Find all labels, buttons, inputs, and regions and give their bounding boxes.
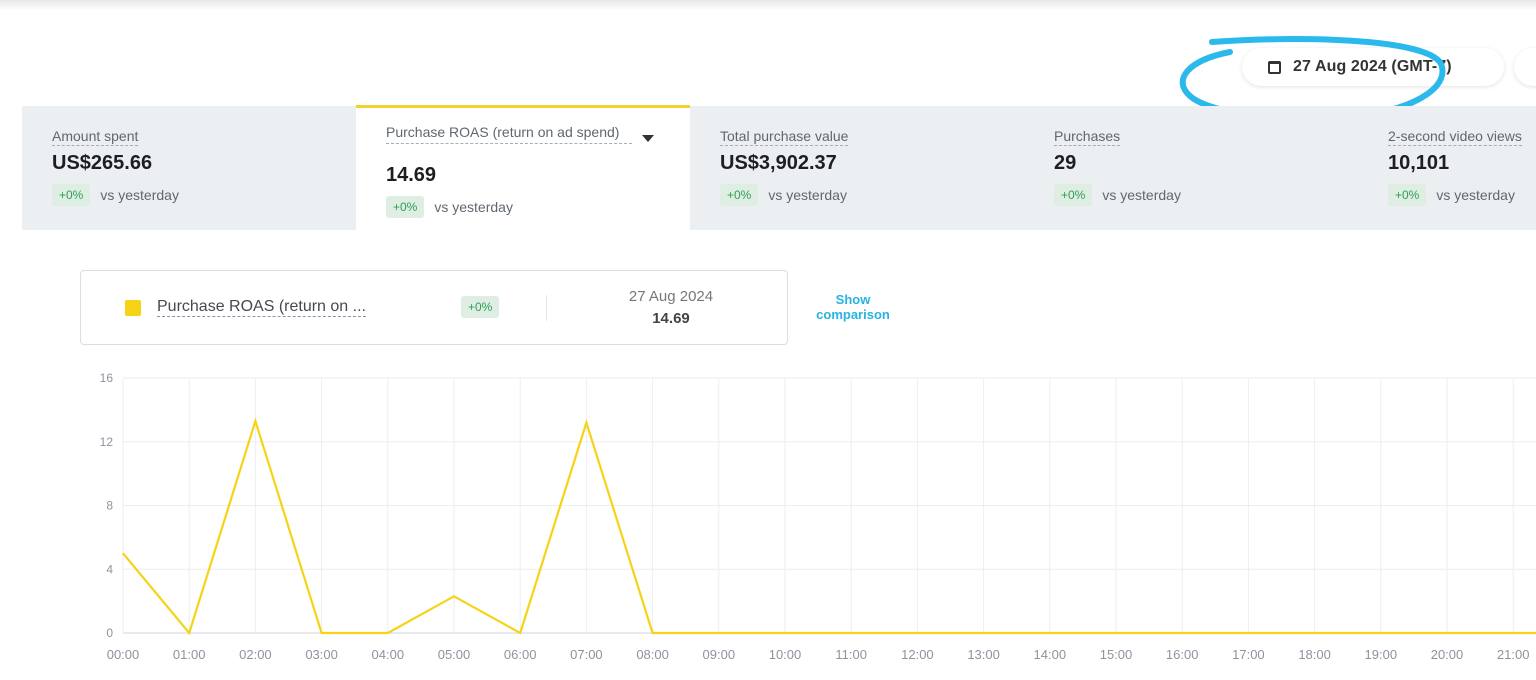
series-color-swatch xyxy=(125,300,141,316)
data-point xyxy=(784,632,786,634)
x-tick-label: 03:00 xyxy=(305,647,338,662)
x-tick-label: 12:00 xyxy=(901,647,934,662)
y-tick-label: 16 xyxy=(100,371,114,385)
metric-label: 2-second video views xyxy=(1388,128,1522,146)
change-badge: +0% xyxy=(52,184,91,206)
y-tick-label: 12 xyxy=(100,435,114,449)
metric-video-views[interactable]: 2-second video views 10,101 +0% vs yeste… xyxy=(1358,106,1536,230)
data-point xyxy=(321,632,323,634)
y-tick-label: 8 xyxy=(106,499,113,513)
divider xyxy=(546,295,547,321)
metric-value: 14.69 xyxy=(386,164,437,186)
calendar-icon xyxy=(1268,60,1281,74)
legend-date: 27 Aug 2024 xyxy=(628,288,714,305)
x-tick-label: 06:00 xyxy=(504,647,537,662)
x-tick-label: 01:00 xyxy=(173,647,206,662)
metric-label: Purchases xyxy=(1054,128,1121,146)
x-tick-label: 08:00 xyxy=(636,647,669,662)
data-point xyxy=(453,595,455,597)
metric-label: Amount spent xyxy=(52,128,139,146)
data-point xyxy=(1247,632,1249,634)
x-tick-label: 00:00 xyxy=(107,647,140,662)
date-picker-button[interactable]: 27 Aug 2024 (GMT-7) xyxy=(1242,48,1504,86)
x-tick-label: 11:00 xyxy=(835,647,867,662)
date-picker-label: 27 Aug 2024 (GMT-7) xyxy=(1293,58,1452,75)
data-point xyxy=(188,632,190,634)
metric-label: Total purchase value xyxy=(720,128,849,146)
metric-delta: +0% vs yesterday xyxy=(1388,184,1515,206)
metric-total-purchase-value[interactable]: Total purchase value US$3,902.37 +0% vs … xyxy=(690,106,1024,230)
comparison-text: vs yesterday xyxy=(1102,187,1181,203)
data-point xyxy=(254,420,256,422)
data-point xyxy=(1181,632,1183,634)
metric-amount-spent[interactable]: Amount spent US$265.66 +0% vs yesterday xyxy=(22,106,356,230)
x-tick-label: 02:00 xyxy=(239,647,272,662)
comparison-text: vs yesterday xyxy=(100,187,179,203)
x-tick-label: 16:00 xyxy=(1166,647,1199,662)
data-point xyxy=(718,632,720,634)
change-badge: +0% xyxy=(1388,184,1427,206)
top-bar-shadow xyxy=(0,0,1536,10)
data-point xyxy=(1115,632,1117,634)
x-tick-label: 18:00 xyxy=(1298,647,1331,662)
metric-delta: +0% vs yesterday xyxy=(720,184,847,206)
metric-value: 10,101 xyxy=(1388,152,1450,174)
x-tick-label: 14:00 xyxy=(1034,647,1067,662)
metric-value: US$3,902.37 xyxy=(720,152,837,174)
comparison-text: vs yesterday xyxy=(1436,187,1515,203)
x-tick-label: 17:00 xyxy=(1232,647,1265,662)
data-point xyxy=(585,422,587,424)
y-tick-label: 4 xyxy=(106,562,113,576)
data-point xyxy=(1380,632,1382,634)
data-point xyxy=(1049,632,1051,634)
x-tick-label: 15:00 xyxy=(1100,647,1133,662)
series-line xyxy=(122,417,1536,636)
x-tick-label: 13:00 xyxy=(967,647,1000,662)
x-tick-label: 21:00 xyxy=(1497,647,1530,662)
data-point xyxy=(983,632,985,634)
change-badge: +0% xyxy=(1054,184,1093,206)
metric-value: 29 xyxy=(1054,152,1077,174)
data-point xyxy=(1446,632,1448,634)
change-badge: +0% xyxy=(720,184,759,206)
x-tick-label: 07:00 xyxy=(570,647,603,662)
chart-legend-card: Purchase ROAS (return on ... +0% 27 Aug … xyxy=(80,270,788,345)
metric-delta: +0% vs yesterday xyxy=(386,196,513,218)
comparison-text: vs yesterday xyxy=(768,187,847,203)
data-point xyxy=(916,632,918,634)
x-tick-label: 09:00 xyxy=(703,647,736,662)
data-point xyxy=(387,632,389,634)
data-point xyxy=(652,632,654,634)
data-point xyxy=(122,552,124,554)
data-point xyxy=(1314,632,1316,634)
metric-delta: +0% vs yesterday xyxy=(52,184,179,206)
data-point xyxy=(1512,632,1514,634)
metric-value: US$265.66 xyxy=(52,152,153,174)
x-tick-label: 20:00 xyxy=(1431,647,1464,662)
x-tick-label: 10:00 xyxy=(769,647,802,662)
metric-purchase-roas[interactable]: Purchase ROAS (return on ad spend) 14.69… xyxy=(356,105,690,230)
roas-line-chart: 0 4 8 12 16 00:00 01:00 02:00 03:00 04:00 05:00 06:… xyxy=(100,371,1536,662)
change-badge: +0% xyxy=(461,296,500,318)
x-tick-label: 04:00 xyxy=(372,647,405,662)
toolbar-button-partial[interactable] xyxy=(1514,48,1536,86)
comparison-text: vs yesterday xyxy=(434,199,513,215)
metric-label: Purchase ROAS (return on ad spend) xyxy=(386,122,632,144)
metric-delta: +0% vs yesterday xyxy=(1054,184,1181,206)
data-point xyxy=(519,632,521,634)
series-name[interactable]: Purchase ROAS (return on ... xyxy=(157,298,366,317)
legend-value: 14.69 xyxy=(652,310,690,327)
show-comparison-link[interactable]: Show comparison xyxy=(800,292,906,322)
x-tick-label: 05:00 xyxy=(438,647,471,662)
data-point xyxy=(850,632,852,634)
metrics-bar: Amount spent US$265.66 +0% vs yesterday … xyxy=(22,105,1536,230)
dropdown-caret-icon[interactable] xyxy=(642,135,654,142)
x-tick-label: 19:00 xyxy=(1365,647,1398,662)
metric-purchases[interactable]: Purchases 29 +0% vs yesterday xyxy=(1024,106,1358,230)
y-tick-label: 0 xyxy=(106,626,113,640)
change-badge: +0% xyxy=(386,196,425,218)
